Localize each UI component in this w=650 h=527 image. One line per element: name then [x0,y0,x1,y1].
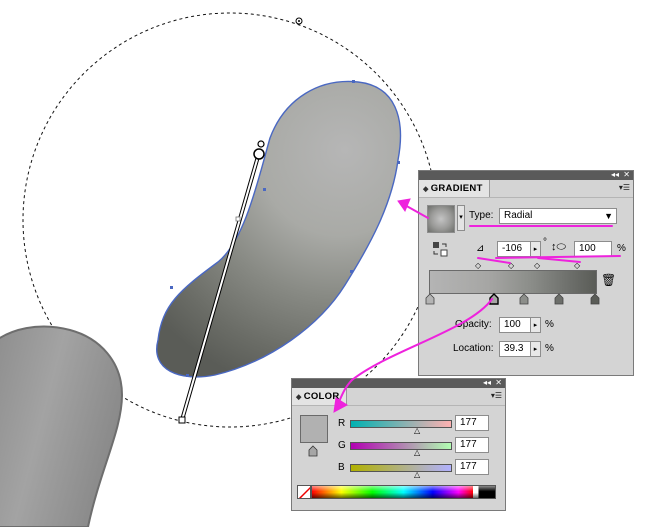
r-slider-thumb[interactable]: △ [414,426,420,435]
trash-icon[interactable]: 🗑 [601,273,616,287]
g-slider-thumb[interactable]: △ [414,448,420,457]
color-stop-indicator-icon [308,445,318,457]
angle-input[interactable]: -106 [497,241,531,257]
panel-titlebar[interactable]: ◂◂ ✕ [419,170,633,180]
close-icon[interactable]: ✕ [623,170,630,180]
r-value-input[interactable]: 177 [455,415,489,431]
location-input[interactable]: 39.3 [499,341,531,357]
aspect-ratio-input[interactable]: 100 [574,241,612,257]
reverse-gradient-icon[interactable] [432,241,448,257]
collapse-arrows-icon[interactable]: ◂◂ [483,378,491,388]
r-label: R [338,418,346,429]
fill-color-swatch[interactable] [300,415,328,443]
bean-shape[interactable] [156,80,402,378]
opacity-stepper[interactable]: ▸ [530,317,541,333]
g-label: G [338,440,346,451]
swatch-dropdown-arrow-icon[interactable]: ▾ [457,205,465,231]
panel-menu-icon[interactable]: ▾☰ [491,391,502,401]
gradient-slider[interactable] [429,270,597,294]
type-select[interactable]: Radial ▼ [499,208,617,224]
midpoint-diamonds[interactable]: ◇ ◇ ◇ ◇ [419,261,635,270]
location-unit: % [545,343,554,354]
tab-toggle-icon[interactable]: ◆ [423,186,429,193]
color-spectrum-bar[interactable] [311,485,496,499]
color-panel: ◂◂ ✕ ◆ COLOR ▾☰ R △ 177 G △ 177 B △ 177 [291,378,506,511]
b-label: B [338,462,345,473]
type-label: Type: [469,210,494,221]
b-value-input[interactable]: 177 [455,459,489,475]
b-slider[interactable] [350,464,452,472]
opacity-label: Opacity: [455,319,492,330]
tab-color[interactable]: ◆ COLOR [292,388,347,405]
tab-toggle-icon[interactable]: ◆ [296,394,302,401]
g-value-input[interactable]: 177 [455,437,489,453]
panel-menu-icon[interactable]: ▾☰ [619,183,630,193]
tab-gradient[interactable]: ◆ GRADIENT [419,180,490,197]
angle-icon: ⊿ [476,243,485,254]
aspect-unit: % [617,243,626,254]
g-slider[interactable] [350,442,452,450]
r-slider[interactable] [350,420,452,428]
b-slider-thumb[interactable]: △ [414,470,420,479]
aspect-ratio-icon: ↕⬭ [551,241,566,253]
close-icon[interactable]: ✕ [495,378,502,388]
gradient-preview-swatch[interactable] [427,205,455,233]
location-label: Location: [453,343,494,354]
angle-stepper[interactable]: ▸ [530,241,541,257]
opacity-unit: % [545,319,554,330]
panel-titlebar[interactable]: ◂◂ ✕ [292,378,505,388]
angle-unit: ° [543,237,547,248]
opacity-input[interactable]: 100 [499,317,531,333]
gray-shape[interactable] [0,325,124,527]
dropdown-arrow-icon[interactable]: ▼ [604,209,613,223]
gradient-panel: ◂◂ ✕ ◆ GRADIENT ▾☰ ▾ Type: Radial ▼ ⊿ -10… [418,170,634,376]
none-swatch-icon[interactable] [297,485,311,499]
collapse-arrows-icon[interactable]: ◂◂ [611,170,619,180]
color-stops[interactable] [419,293,635,305]
location-stepper[interactable]: ▸ [530,341,541,357]
